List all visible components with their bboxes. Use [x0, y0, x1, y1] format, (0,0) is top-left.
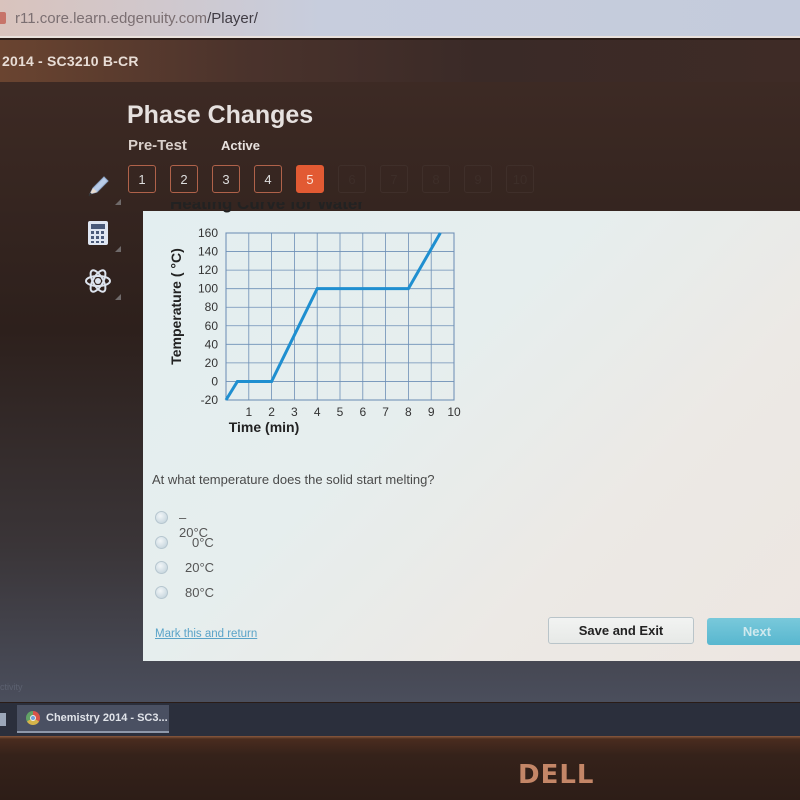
next-button[interactable]: Next	[707, 618, 800, 645]
heating-curve-chart: -20 0 20 40 60 80 100 120 140 160 1 2 3 4 5 6 7 8 9 10 Time …	[168, 226, 461, 435]
question-button-5[interactable]: 5	[296, 165, 324, 193]
footer-text: ctivity	[0, 682, 23, 692]
chrome-icon	[26, 711, 40, 725]
calculator-icon	[88, 221, 108, 245]
tool-corner	[115, 246, 121, 252]
answer-options: –20°C 0°C 20°C 80°C	[155, 505, 214, 605]
radio-button[interactable]	[155, 561, 168, 574]
screen: r11.core.learn.edgenuity.com/Player/ 201…	[0, 0, 800, 800]
taskbar-window-title: Chemistry 2014 - SC3...	[46, 712, 168, 724]
url-text[interactable]: r11.core.learn.edgenuity.com/Player/	[15, 10, 258, 27]
highlighter-tool[interactable]	[73, 165, 123, 207]
tool-corner	[115, 294, 121, 300]
question-navigation: 1 2 3 4 5 6 7 8 9 10	[128, 165, 534, 193]
monitor-bezel	[0, 736, 800, 800]
course-header: 2014 - SC3210 B-CR	[0, 40, 800, 82]
browser-address-bar[interactable]: r11.core.learn.edgenuity.com/Player/	[0, 0, 800, 38]
y-tick-label: -20	[201, 393, 219, 407]
dell-logo: DELL	[518, 760, 595, 790]
y-axis-label: Temperature ( °C)	[168, 248, 184, 365]
x-axis-label: Time (min)	[229, 419, 300, 435]
mark-and-return-link[interactable]: Mark this and return	[155, 628, 257, 640]
x-tick-label: 4	[314, 405, 321, 419]
answer-label[interactable]: 0°C	[192, 535, 214, 550]
y-tick-label: 60	[205, 319, 219, 333]
question-button-1[interactable]: 1	[128, 165, 156, 193]
radio-button[interactable]	[155, 511, 168, 524]
pencil-icon	[88, 176, 109, 197]
x-tick-label: 3	[291, 405, 298, 419]
y-tick-label: 120	[198, 263, 218, 277]
course-title: 2014 - SC3210 B-CR	[2, 53, 139, 69]
atom-icon	[85, 269, 111, 293]
question-button-8: 8	[422, 165, 450, 193]
question-text: At what temperature does the solid start…	[152, 472, 435, 487]
periodic-table-tool[interactable]	[73, 260, 123, 302]
assessment-status: Active	[221, 138, 261, 153]
x-tick-label: 5	[337, 405, 344, 419]
y-tick-label: 140	[198, 245, 218, 259]
answer-label[interactable]: 80°C	[185, 585, 214, 600]
chart-title: Heating Curve for Water	[170, 202, 364, 213]
question-button-9: 9	[464, 165, 492, 193]
y-tick-label: 40	[205, 337, 219, 351]
x-tick-label: 1	[245, 405, 252, 419]
radio-button[interactable]	[155, 586, 168, 599]
lock-icon	[0, 12, 6, 24]
radio-button[interactable]	[155, 536, 168, 549]
x-tick-label: 6	[359, 405, 366, 419]
answer-option[interactable]: 20°C	[155, 555, 214, 580]
question-button-4[interactable]: 4	[254, 165, 282, 193]
tool-corner	[115, 199, 121, 205]
x-tick-label: 7	[382, 405, 389, 419]
answer-label[interactable]: 20°C	[185, 560, 214, 575]
taskbar-chrome-window[interactable]: Chemistry 2014 - SC3...	[17, 705, 169, 733]
tool-palette	[73, 170, 125, 305]
y-tick-label: 80	[205, 300, 219, 314]
taskbar: Chemistry 2014 - SC3...	[0, 703, 800, 736]
answer-option[interactable]: 0°C	[155, 530, 214, 555]
x-tick-label: 8	[405, 405, 412, 419]
question-button-3[interactable]: 3	[212, 165, 240, 193]
question-button-7: 7	[380, 165, 408, 193]
y-tick-label: 160	[198, 226, 218, 240]
assessment-type: Pre-Test	[128, 137, 187, 154]
question-button-10: 10	[506, 165, 534, 193]
y-tick-label: 100	[198, 282, 218, 296]
x-tick-label: 9	[428, 405, 435, 419]
y-tick-label: 20	[205, 356, 219, 370]
question-button-6: 6	[338, 165, 366, 193]
x-tick-label: 2	[268, 405, 275, 419]
answer-option[interactable]: 80°C	[155, 580, 214, 605]
x-tick-label: 10	[447, 405, 461, 419]
start-button[interactable]	[0, 713, 6, 726]
question-button-2[interactable]: 2	[170, 165, 198, 193]
answer-option[interactable]: –20°C	[155, 505, 208, 540]
save-and-exit-button[interactable]: Save and Exit	[548, 617, 694, 644]
y-tick-label: 0	[211, 374, 218, 388]
lesson-title: Phase Changes	[127, 101, 314, 129]
calculator-tool[interactable]	[73, 212, 123, 254]
